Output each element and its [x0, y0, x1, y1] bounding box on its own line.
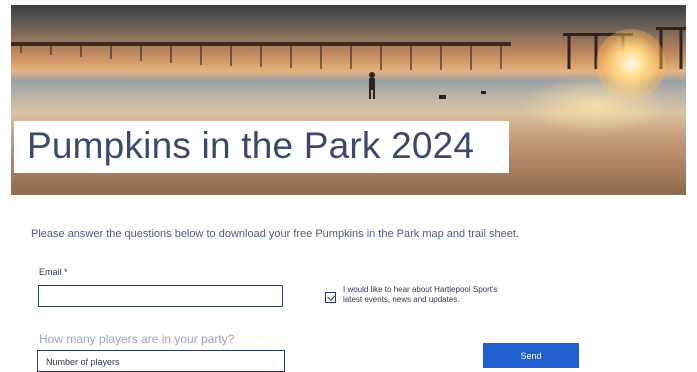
consent-label: I would like to hear about Hartlepool Sp… [343, 285, 498, 304]
check-icon [327, 292, 336, 301]
email-field[interactable] [38, 285, 283, 307]
page-title: Pumpkins in the Park 2024 [27, 125, 475, 166]
intro-text: Please answer the questions below to dow… [31, 228, 519, 240]
players-field[interactable]: Number of players [37, 350, 285, 372]
consent-checkbox[interactable] [325, 292, 336, 303]
players-question: How many players are in your party? [39, 332, 235, 346]
email-label: Email * [39, 267, 68, 277]
sun-reflection [521, 75, 671, 135]
send-button[interactable]: Send [483, 343, 579, 368]
